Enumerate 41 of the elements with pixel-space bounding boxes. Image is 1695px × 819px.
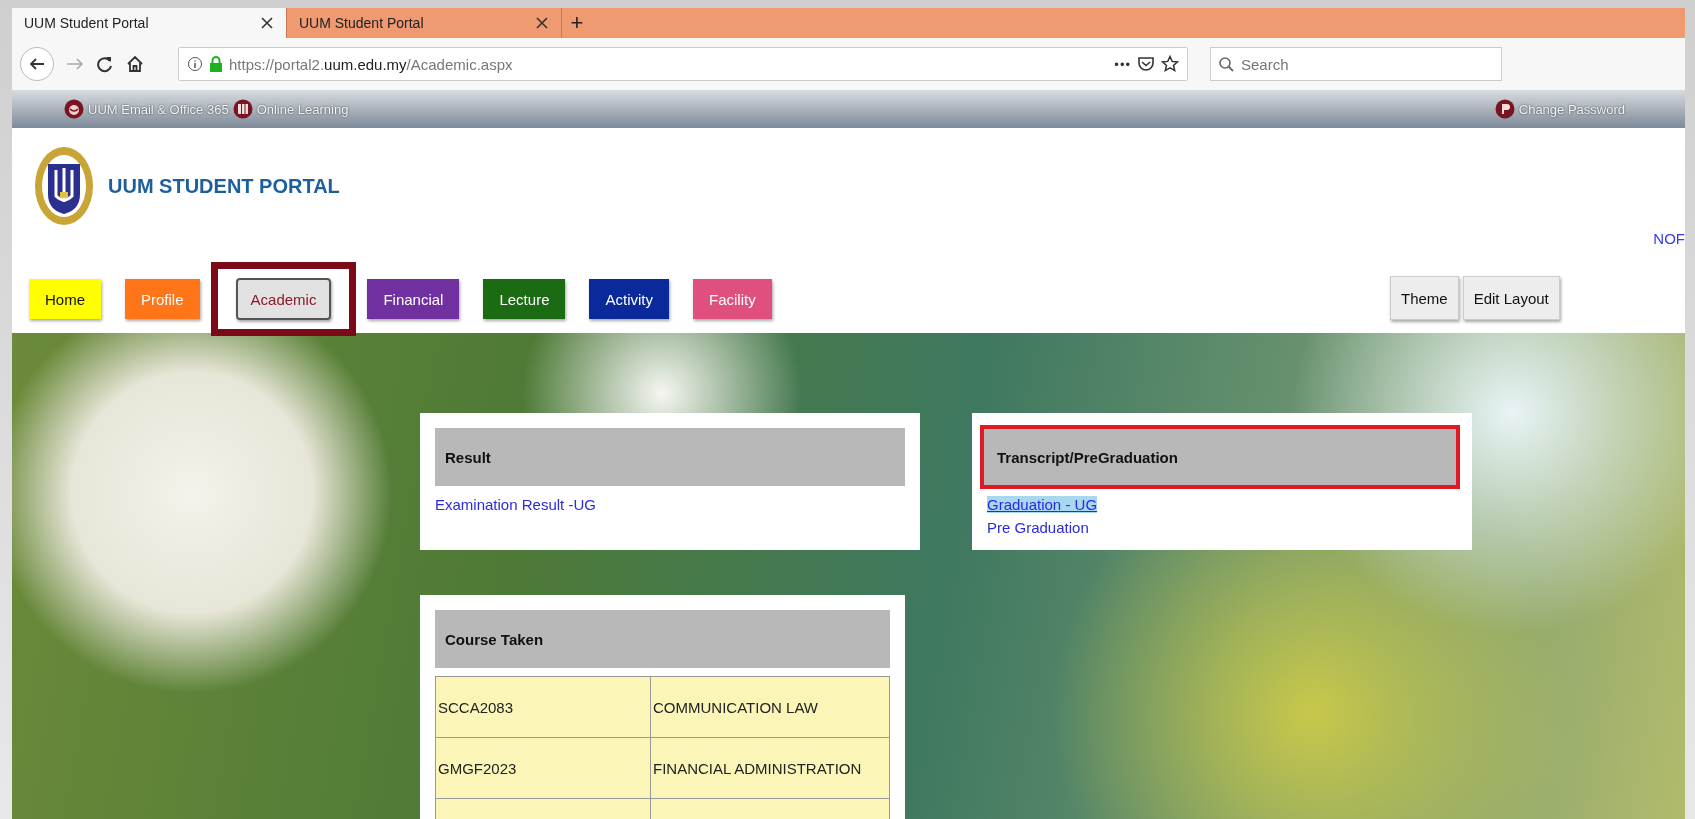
panel-header: Result: [435, 428, 905, 486]
nav-tab[interactable]: Academic: [235, 278, 332, 320]
search-icon: [1218, 56, 1234, 72]
nav-tab[interactable]: Financial: [367, 279, 460, 319]
panel-link[interactable]: Graduation - UG: [987, 496, 1098, 513]
toolbar-button[interactable]: Edit Layout: [1462, 276, 1560, 320]
new-tab-button[interactable]: +: [562, 8, 592, 38]
table-cell: SCCA2083: [435, 676, 651, 738]
url-text: https://portal2.uum.edu.my/Academic.aspx: [229, 55, 514, 73]
info-icon: [187, 56, 203, 72]
home-icon[interactable]: [126, 55, 144, 73]
books-icon: [232, 99, 253, 119]
page-actions-button[interactable]: •••: [1114, 56, 1131, 72]
back-button[interactable]: [20, 47, 54, 81]
table-cell: GMGF2023: [435, 737, 651, 799]
close-icon[interactable]: [260, 16, 274, 30]
tab-title: UUM Student Portal: [299, 15, 424, 31]
address-bar[interactable]: https://portal2.uum.edu.my/Academic.aspx •••: [178, 47, 1188, 81]
panel-link[interactable]: Pre Graduation: [987, 519, 1089, 536]
nav-tab[interactable]: Activity: [589, 279, 669, 319]
toolbar-button[interactable]: Theme: [1390, 276, 1459, 320]
nav-tab[interactable]: Lecture: [483, 279, 566, 319]
user-name: NOF: [1653, 230, 1685, 247]
padlock-icon: [209, 56, 223, 72]
university-crest-icon: [34, 146, 94, 226]
star-icon[interactable]: [1161, 55, 1179, 73]
nav-tab[interactable]: Facility: [693, 279, 772, 319]
portal-title: UUM STUDENT PORTAL: [108, 174, 340, 198]
search-field[interactable]: Search: [1210, 47, 1502, 81]
close-icon[interactable]: [535, 16, 549, 30]
browser-tab[interactable]: UUM Student Portal: [12, 8, 287, 38]
table-cell: FINANCIAL ADMINISTRATION: [650, 737, 890, 799]
reload-icon[interactable]: [96, 55, 114, 73]
table-cell: COMMUNICATION LAW: [650, 676, 890, 738]
panel-link[interactable]: Examination Result -UG: [435, 496, 596, 513]
nav-tab[interactable]: Home: [29, 279, 101, 319]
pocket-icon[interactable]: [1137, 55, 1155, 73]
panel-header: Course Taken: [435, 610, 890, 668]
panel-header: Transcript/PreGraduation: [983, 428, 1457, 486]
back-arrow-icon: [29, 56, 45, 72]
tab-title: UUM Student Portal: [24, 15, 149, 31]
